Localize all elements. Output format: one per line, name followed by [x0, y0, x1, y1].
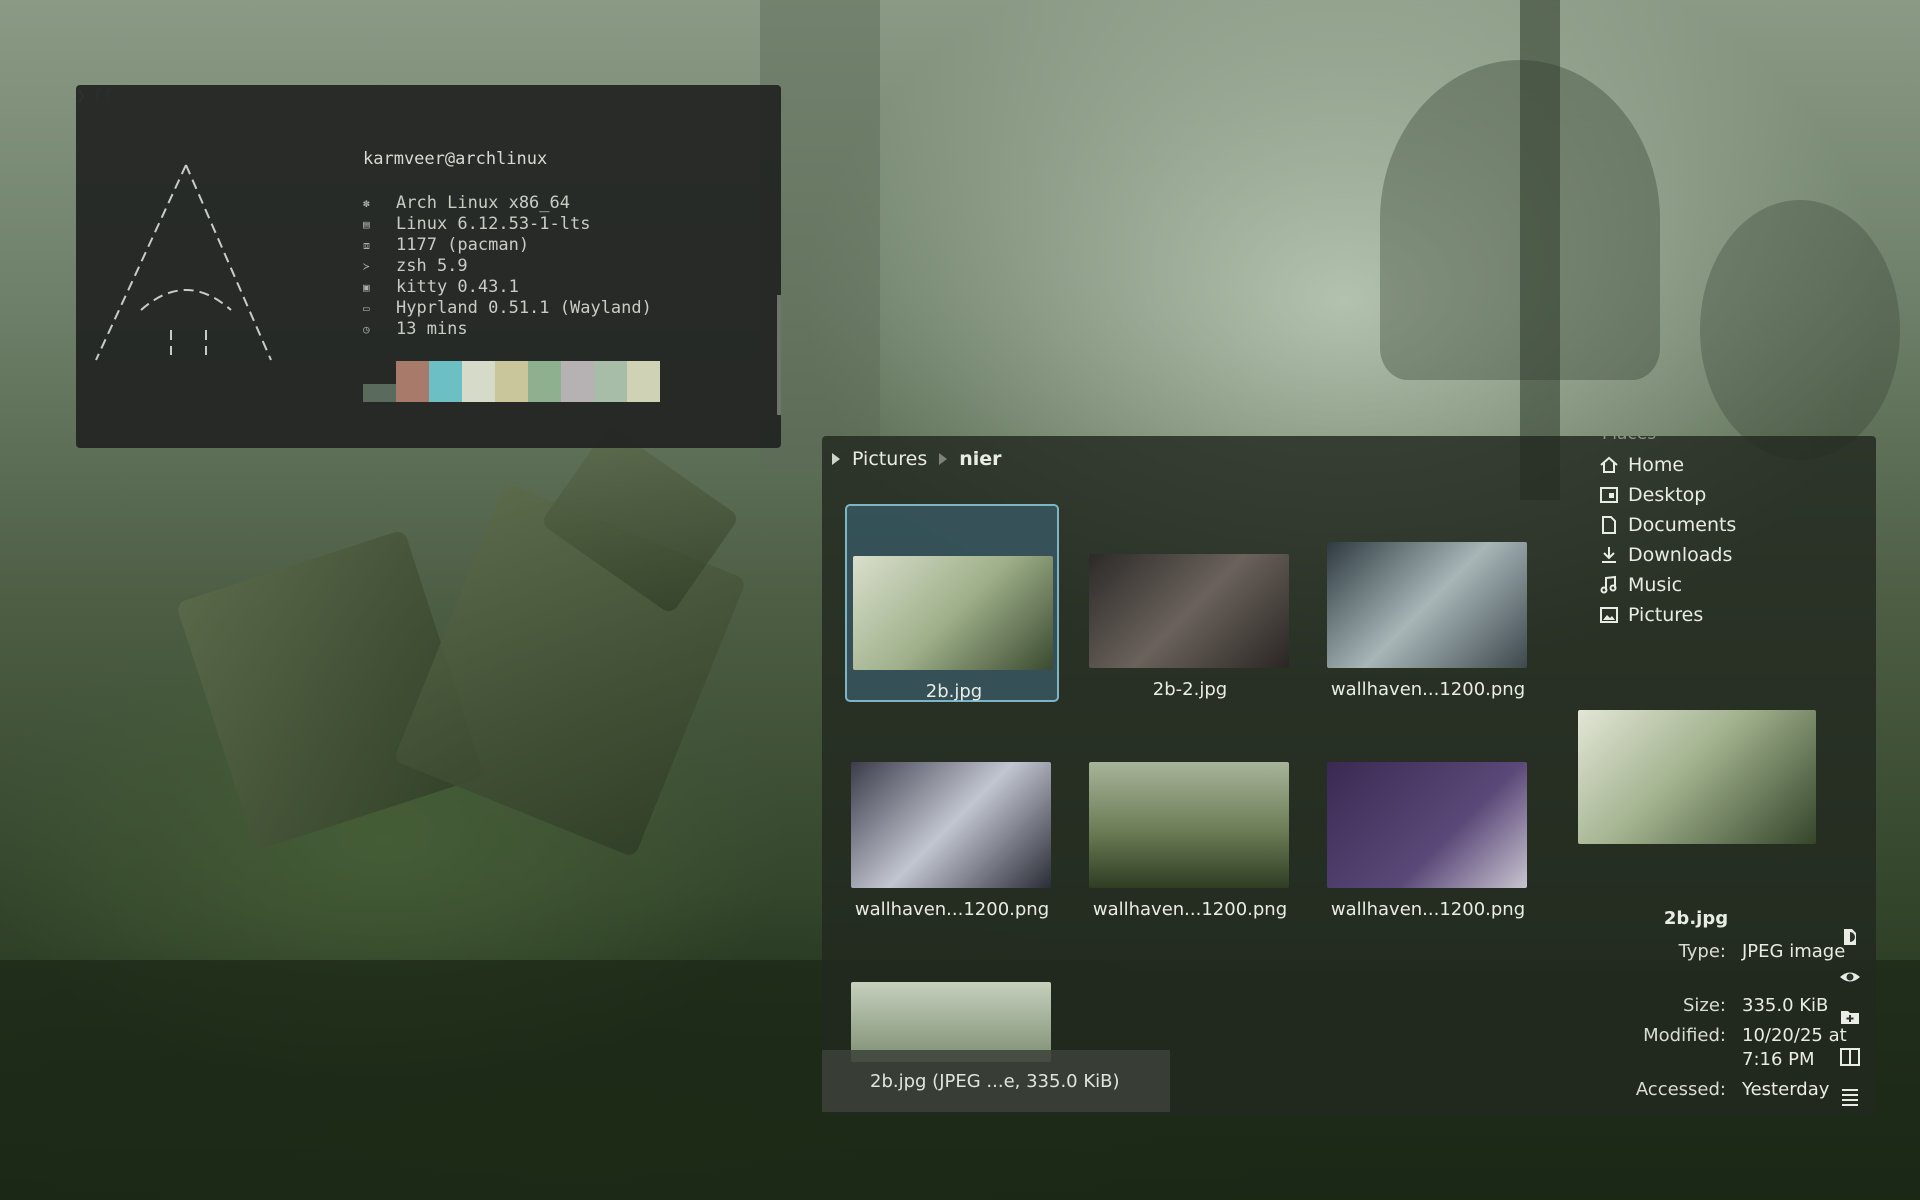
arch-logo-ascii: [95, 164, 272, 361]
terminal-window[interactable]: karmveer@archlinux ✽ Arch Linux x86_64 ▤ L…: [76, 85, 781, 448]
file-name: wallhaven...1200.png: [1092, 899, 1288, 920]
info-line-uptime: ◷ 13 mins: [363, 319, 468, 339]
type-label: Type:: [1678, 941, 1726, 962]
place-music[interactable]: Music: [1598, 574, 1682, 596]
thumbnail: [851, 762, 1051, 888]
breadcrumb: Pictures nier: [832, 448, 1002, 470]
file-item-2b-2-jpg[interactable]: 2b-2.jpg: [1083, 504, 1297, 702]
download-icon: [1598, 545, 1620, 565]
place-label: Home: [1628, 454, 1685, 476]
color-swatch: [627, 361, 660, 402]
modified-label: Modified:: [1643, 1025, 1726, 1046]
file-name: 2b.jpg: [925, 681, 983, 702]
color-swatch: [363, 384, 396, 402]
place-label: Documents: [1628, 514, 1737, 536]
color-swatch: [561, 361, 594, 402]
thumbnail: [1327, 762, 1527, 888]
file-name: wallhaven...1200.png: [1330, 899, 1526, 920]
thumbnail: [1089, 554, 1289, 668]
place-label: Downloads: [1628, 544, 1733, 566]
place-label: Desktop: [1628, 484, 1707, 506]
color-swatch: [528, 361, 561, 402]
accessed-label: Accessed:: [1635, 1079, 1726, 1100]
place-pictures[interactable]: Pictures: [1598, 604, 1703, 626]
info-line-terminal: ▣ kitty 0.43.1: [363, 277, 519, 297]
new-folder-icon[interactable]: [1835, 1002, 1865, 1032]
info-file-name: 2b.jpg: [1663, 908, 1729, 929]
file-item-wallhaven-1[interactable]: wallhaven...1200.png: [1321, 504, 1535, 702]
size-label: Size:: [1682, 995, 1726, 1016]
terminal-icon: ▣: [363, 281, 370, 294]
place-downloads[interactable]: Downloads: [1598, 544, 1732, 566]
file-manager-window[interactable]: Pictures nier 2b.jpg 2b-2.jpg wallhaven.…: [822, 436, 1876, 1115]
split-view-icon[interactable]: [1835, 1042, 1865, 1072]
place-label: Pictures: [1628, 604, 1704, 626]
side-toolbar: [1835, 922, 1865, 1115]
breadcrumb-pictures[interactable]: Pictures: [852, 448, 927, 470]
place-desktop[interactable]: Desktop: [1598, 484, 1706, 506]
color-swatch: [594, 361, 627, 402]
home-icon: [1598, 455, 1620, 475]
file-item-wallhaven-4[interactable]: wallhaven...1200.png: [1321, 724, 1535, 922]
preview-image: [1578, 710, 1816, 844]
system-info-list: ✽ Arch Linux x86_64 ▤ Linux 6.12.53-1-lts …: [363, 193, 652, 340]
file-item-wallhaven-3[interactable]: wallhaven...1200.png: [1083, 724, 1297, 922]
info-line-shell: ≻ zsh 5.9: [363, 256, 468, 276]
file-name: wallhaven...1200.png: [854, 899, 1050, 920]
thumbnail: [1089, 762, 1289, 888]
file-name: 2b-2.jpg: [1152, 679, 1228, 700]
info-line-wm: ▭ Hyprland 0.51.1 (Wayland): [363, 298, 652, 318]
color-swatch: [429, 361, 462, 402]
breadcrumb-separator-icon: [939, 453, 948, 465]
clock-icon: ◷: [363, 323, 370, 336]
open-with-icon[interactable]: [1835, 922, 1865, 952]
thumbnail: [853, 556, 1053, 670]
shell-icon: ≻: [363, 260, 370, 273]
color-swatch: [462, 361, 495, 402]
gear-icon: ✽: [363, 197, 370, 210]
place-home[interactable]: Home: [1598, 454, 1684, 476]
window-icon: ▭: [363, 302, 370, 315]
file-item-wallhaven-2[interactable]: wallhaven...1200.png: [845, 724, 1059, 922]
info-line-kernel: ▤ Linux 6.12.53-1-lts: [363, 214, 591, 234]
thumbnail: [1327, 542, 1527, 668]
package-icon: ⧈: [363, 239, 370, 252]
terminal-scrollbar[interactable]: [777, 295, 781, 415]
eye-icon[interactable]: [1835, 962, 1865, 992]
info-line-packages: ⧈ 1177 (pacman): [363, 235, 530, 255]
status-bar: 2b.jpg (JPEG ...e, 335.0 KiB): [822, 1050, 1170, 1112]
status-text: 2b.jpg (JPEG ...e, 335.0 KiB): [870, 1070, 1120, 1092]
file-name: wallhaven...1200.png: [1330, 679, 1526, 700]
picture-icon: [1598, 605, 1620, 625]
place-documents[interactable]: Documents: [1598, 514, 1736, 536]
color-swatch: [396, 361, 429, 402]
places-heading: Places: [1602, 436, 1656, 444]
user-host: karmveer@archlinux: [363, 149, 548, 169]
kernel-icon: ▤: [363, 218, 370, 231]
desktop-icon: [1598, 485, 1620, 505]
color-swatch: [495, 361, 528, 402]
expand-arrow-icon[interactable]: [832, 453, 840, 465]
place-label: Music: [1628, 574, 1683, 596]
color-palette: [363, 361, 660, 402]
file-item-2b-jpg[interactable]: 2b.jpg: [845, 504, 1059, 702]
breadcrumb-nier[interactable]: nier: [959, 448, 1001, 470]
list-view-icon[interactable]: [1835, 1082, 1865, 1112]
document-icon: [1598, 515, 1620, 535]
music-icon: [1598, 575, 1620, 595]
info-line-os: ✽ Arch Linux x86_64: [363, 193, 570, 213]
